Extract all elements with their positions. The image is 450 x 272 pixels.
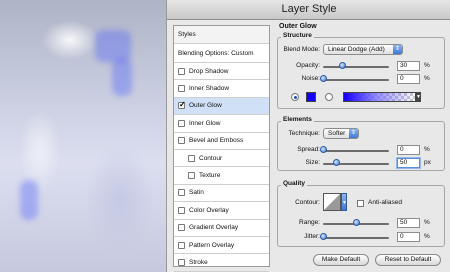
style-item[interactable]: Bevel and Emboss — [174, 133, 269, 150]
style-item-label: Pattern Overlay — [189, 241, 235, 249]
range-input[interactable]: 50 — [397, 218, 420, 228]
style-item-label: Inner Shadow — [189, 85, 230, 93]
style-item-label: Outer Glow — [189, 102, 222, 110]
window-title: Layer Style — [281, 3, 337, 15]
gradient-radio[interactable] — [325, 93, 333, 101]
glow-shape — [112, 58, 132, 96]
blend-mode-value: Linear Dodge (Add) — [328, 46, 385, 53]
background-photo — [0, 0, 166, 272]
size-input[interactable]: 50 — [397, 158, 420, 168]
style-item[interactable]: Gradient Overlay — [174, 220, 269, 237]
spread-slider-knob[interactable] — [319, 146, 327, 153]
style-checkbox[interactable] — [188, 172, 195, 180]
glow-shape — [20, 180, 38, 220]
technique-label: Technique: — [288, 130, 320, 137]
quality-title: Quality — [281, 180, 308, 187]
spread-label: Spread: — [297, 146, 320, 153]
opacity-input[interactable]: 30 — [397, 61, 420, 71]
style-checkbox[interactable] — [188, 154, 195, 162]
blending-options-label: Blending Options: Custom — [178, 49, 254, 57]
solid-color-radio[interactable] — [291, 93, 299, 101]
spread-slider[interactable] — [323, 150, 389, 152]
jitter-slider-knob[interactable] — [319, 233, 327, 240]
noise-input[interactable]: 0 — [397, 74, 420, 84]
noise-label: Noise: — [301, 75, 320, 82]
blending-options-item[interactable]: Blending Options: Custom — [174, 44, 269, 63]
style-item-label: Stroke — [189, 259, 208, 267]
style-checkbox[interactable] — [178, 224, 185, 232]
style-item-label: Texture — [199, 172, 221, 180]
style-item[interactable]: Contour — [174, 150, 269, 168]
style-checkbox[interactable] — [178, 137, 185, 145]
style-item-label: Inner Glow — [189, 119, 221, 127]
style-item-label: Bevel and Emboss — [189, 137, 244, 145]
size-label: Size: — [305, 159, 320, 166]
style-checkbox[interactable] — [178, 241, 185, 249]
range-unit: % — [424, 219, 430, 226]
panel-title: Outer Glow — [279, 23, 317, 30]
technique-value: Softer — [328, 130, 346, 137]
style-checkbox[interactable] — [178, 100, 186, 110]
contour-label: Contour: — [295, 199, 320, 206]
style-item[interactable]: Stroke — [174, 254, 269, 272]
layer-style-dialog: Layer Style Styles Blending Options: Cus… — [166, 0, 450, 272]
noise-slider-knob[interactable] — [319, 75, 327, 82]
size-unit: px — [424, 159, 431, 166]
spread-input[interactable]: 0 — [397, 145, 420, 155]
style-item[interactable]: Inner Glow — [174, 115, 269, 133]
glow-color-swatch[interactable] — [306, 92, 316, 102]
noise-slider[interactable] — [323, 79, 389, 81]
select-arrow-icon: ⇕ — [393, 45, 402, 54]
gradient-picker[interactable] — [343, 92, 416, 102]
styles-header-label: Styles — [178, 31, 196, 38]
style-item[interactable]: Pattern Overlay — [174, 237, 269, 255]
style-checkbox[interactable] — [178, 119, 185, 127]
style-checkbox[interactable] — [178, 259, 185, 267]
opacity-label: Opacity: — [296, 62, 320, 69]
anti-aliased-label: Anti-aliased — [368, 199, 402, 206]
elements-title: Elements — [281, 116, 314, 123]
jitter-input[interactable]: 0 — [397, 232, 420, 242]
reset-to-default-button[interactable]: Reset to Default — [375, 254, 441, 266]
structure-title: Structure — [281, 32, 314, 39]
contour-dropdown-icon[interactable]: ▼ — [341, 193, 347, 211]
range-label: Range: — [299, 219, 320, 226]
style-item-label: Satin — [189, 189, 204, 197]
opacity-slider[interactable] — [323, 66, 389, 68]
range-slider-knob[interactable] — [352, 219, 360, 226]
style-item[interactable]: Satin — [174, 185, 269, 203]
blend-mode-label: Blend Mode: — [283, 46, 321, 53]
style-item-label: Drop Shadow — [189, 67, 229, 75]
style-item[interactable]: Texture — [174, 167, 269, 185]
styles-header[interactable]: Styles — [174, 26, 269, 44]
select-arrow-icon: ⇕ — [349, 129, 358, 138]
jitter-slider[interactable] — [323, 237, 389, 239]
style-item-label: Contour — [199, 154, 223, 162]
style-item[interactable]: Inner Shadow — [174, 80, 269, 98]
contour-preview[interactable] — [323, 193, 341, 211]
size-slider-knob[interactable] — [332, 159, 340, 166]
style-checkbox[interactable] — [178, 85, 185, 93]
spread-unit: % — [424, 146, 430, 153]
style-item-label: Gradient Overlay — [189, 224, 239, 232]
noise-unit: % — [424, 75, 430, 82]
jitter-unit: % — [424, 233, 430, 240]
style-checkbox[interactable] — [178, 67, 185, 75]
jitter-label: Jitter: — [304, 233, 320, 240]
blend-mode-select[interactable]: Linear Dodge (Add) ⇕ — [323, 44, 403, 55]
title-bar: Layer Style — [167, 0, 450, 20]
style-item[interactable]: Outer Glow — [174, 97, 269, 116]
anti-aliased-checkbox[interactable] — [357, 200, 364, 207]
opacity-unit: % — [424, 62, 430, 69]
style-item[interactable]: Color Overlay — [174, 202, 269, 220]
style-item[interactable]: Drop Shadow — [174, 63, 269, 81]
style-item-label: Color Overlay — [189, 206, 229, 214]
make-default-button[interactable]: Make Default — [313, 254, 369, 266]
technique-select[interactable]: Softer ⇕ — [323, 128, 359, 139]
styles-list: Styles Blending Options: Custom Drop Sha… — [173, 25, 270, 272]
style-checkbox[interactable] — [178, 189, 185, 197]
style-checkbox[interactable] — [178, 206, 185, 214]
gradient-dropdown-icon[interactable]: ▼ — [416, 92, 421, 102]
